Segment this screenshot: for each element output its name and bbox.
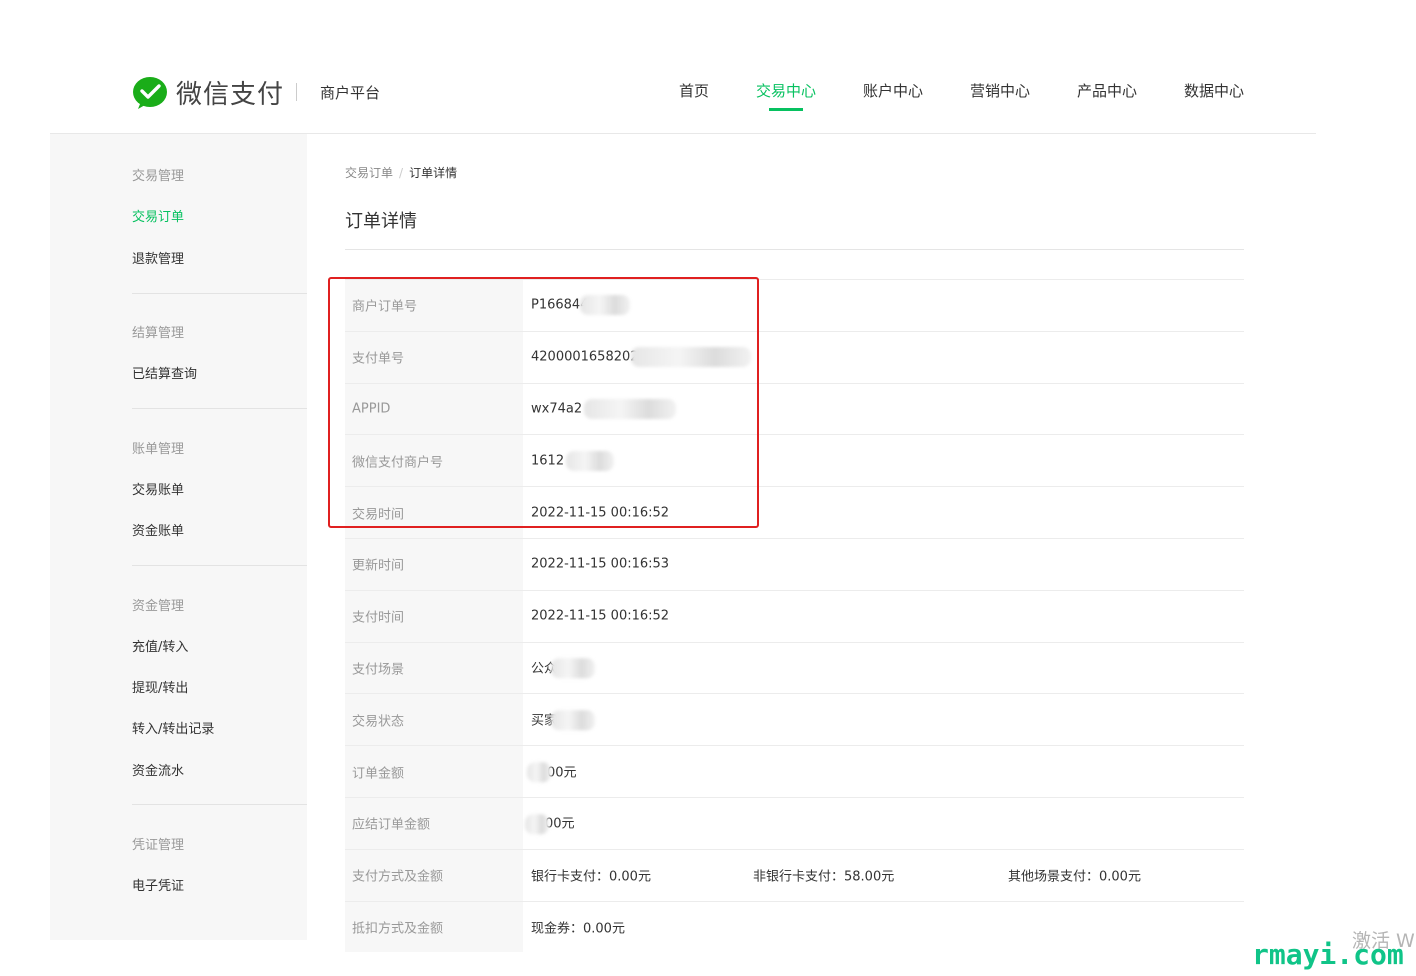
sidebar-group-settlement: 结算管理 [132, 326, 185, 341]
nav-item-marketing-center[interactable]: 营销中心 [970, 80, 1030, 101]
detail-value: 2022-11-15 00:16:53 [531, 556, 670, 572]
detail-label: 更新时间 [352, 558, 405, 574]
detail-value: 00元 [525, 813, 575, 835]
detail-row-settle-amount: 应结订单金额 00元 [345, 796, 1244, 849]
detail-label: 支付时间 [352, 610, 405, 626]
nav-item-account-center[interactable]: 账户中心 [863, 80, 923, 101]
nav-item-trade-center[interactable]: 交易中心 [756, 80, 816, 101]
detail-value-bank-card: 银行卡支付：0.00元 [531, 869, 651, 885]
sidebar-item-trade-bill[interactable]: 交易账单 [132, 479, 184, 498]
sidebar-group-vouchers: 凭证管理 [132, 838, 185, 853]
title-divider [345, 249, 1244, 250]
sidebar-divider [132, 565, 307, 566]
sidebar-item-trade-orders[interactable]: 交易订单 [132, 206, 184, 225]
detail-row-pay-time: 支付时间 2022-11-15 00:16:52 [345, 589, 1244, 642]
detail-row-update-time: 更新时间 2022-11-15 00:16:53 [345, 537, 1244, 590]
sidebar-item-refunds[interactable]: 退款管理 [132, 248, 184, 267]
sidebar-item-transfer-records[interactable]: 转入/转出记录 [132, 718, 214, 737]
breadcrumb: 交易订单 / 订单详情 [345, 164, 457, 181]
breadcrumb-current: 订单详情 [409, 166, 458, 180]
page-title: 订单详情 [345, 211, 417, 232]
sidebar: 交易管理 交易订单 退款管理 结算管理 已结算查询 账单管理 交易账单 资金账单… [50, 134, 307, 940]
sidebar-item-fund-flow[interactable]: 资金流水 [132, 760, 184, 779]
detail-label: 抵扣方式及金额 [352, 921, 444, 937]
breadcrumb-parent[interactable]: 交易订单 [345, 166, 393, 180]
breadcrumb-separator: / [399, 166, 404, 180]
detail-value: 2022-11-15 00:16:52 [531, 608, 670, 624]
detail-value: 现金券：0.00元 [531, 921, 625, 937]
detail-value-other-scene: 其他场景支付：0.00元 [1008, 869, 1141, 885]
detail-label: 支付场景 [352, 662, 405, 678]
detail-row-pay-methods: 支付方式及金额 银行卡支付：0.00元 非银行卡支付：58.00元 其他场景支付… [345, 848, 1244, 901]
nav-item-home[interactable]: 首页 [679, 80, 709, 101]
sidebar-group-trade: 交易管理 [132, 169, 185, 184]
redacted-blur [551, 658, 596, 679]
main-nav: 首页 交易中心 账户中心 营销中心 产品中心 数据中心 [0, 80, 1416, 120]
detail-label: 支付方式及金额 [352, 869, 444, 885]
sidebar-item-settled-query[interactable]: 已结算查询 [132, 363, 197, 382]
sidebar-item-recharge[interactable]: 充值/转入 [132, 636, 188, 655]
detail-label: 应结订单金额 [352, 817, 431, 833]
sidebar-group-funds: 资金管理 [132, 599, 185, 614]
detail-label: 订单金额 [352, 766, 405, 782]
detail-row-order-amount: 订单金额 00元 [345, 745, 1244, 797]
detail-label: 交易状态 [352, 714, 405, 730]
detail-value-non-bank-card: 非银行卡支付：58.00元 [753, 869, 895, 885]
nav-active-underline [769, 108, 803, 111]
detail-value: 公众 [531, 657, 596, 679]
nav-item-data-center[interactable]: 数据中心 [1184, 80, 1244, 101]
nav-item-product-center[interactable]: 产品中心 [1077, 80, 1137, 101]
site-watermark: rmayi.com [1252, 938, 1404, 971]
redacted-blur [551, 710, 596, 731]
detail-row-deduction: 抵扣方式及金额 现金券：0.00元 [345, 900, 1244, 953]
sidebar-item-fund-bill[interactable]: 资金账单 [132, 520, 184, 539]
detail-value: 00元 [527, 761, 577, 783]
detail-value: 买家 [531, 709, 596, 731]
redacted-blur [525, 814, 549, 835]
top-header: 微信支付 商户平台 首页 交易中心 账户中心 营销中心 产品中心 数据中心 [0, 0, 1416, 134]
sidebar-divider [132, 408, 307, 409]
sidebar-item-e-voucher[interactable]: 电子凭证 [132, 875, 184, 894]
sidebar-divider [132, 804, 307, 805]
detail-row-pay-scene: 支付场景 公众 [345, 641, 1244, 694]
sidebar-divider [132, 293, 307, 294]
sidebar-group-bills: 账单管理 [132, 442, 185, 457]
sidebar-item-withdraw[interactable]: 提现/转出 [132, 677, 188, 696]
detail-row-trade-status: 交易状态 买家 [345, 693, 1244, 746]
redacted-blur [527, 762, 551, 783]
red-highlight-box [328, 277, 759, 528]
